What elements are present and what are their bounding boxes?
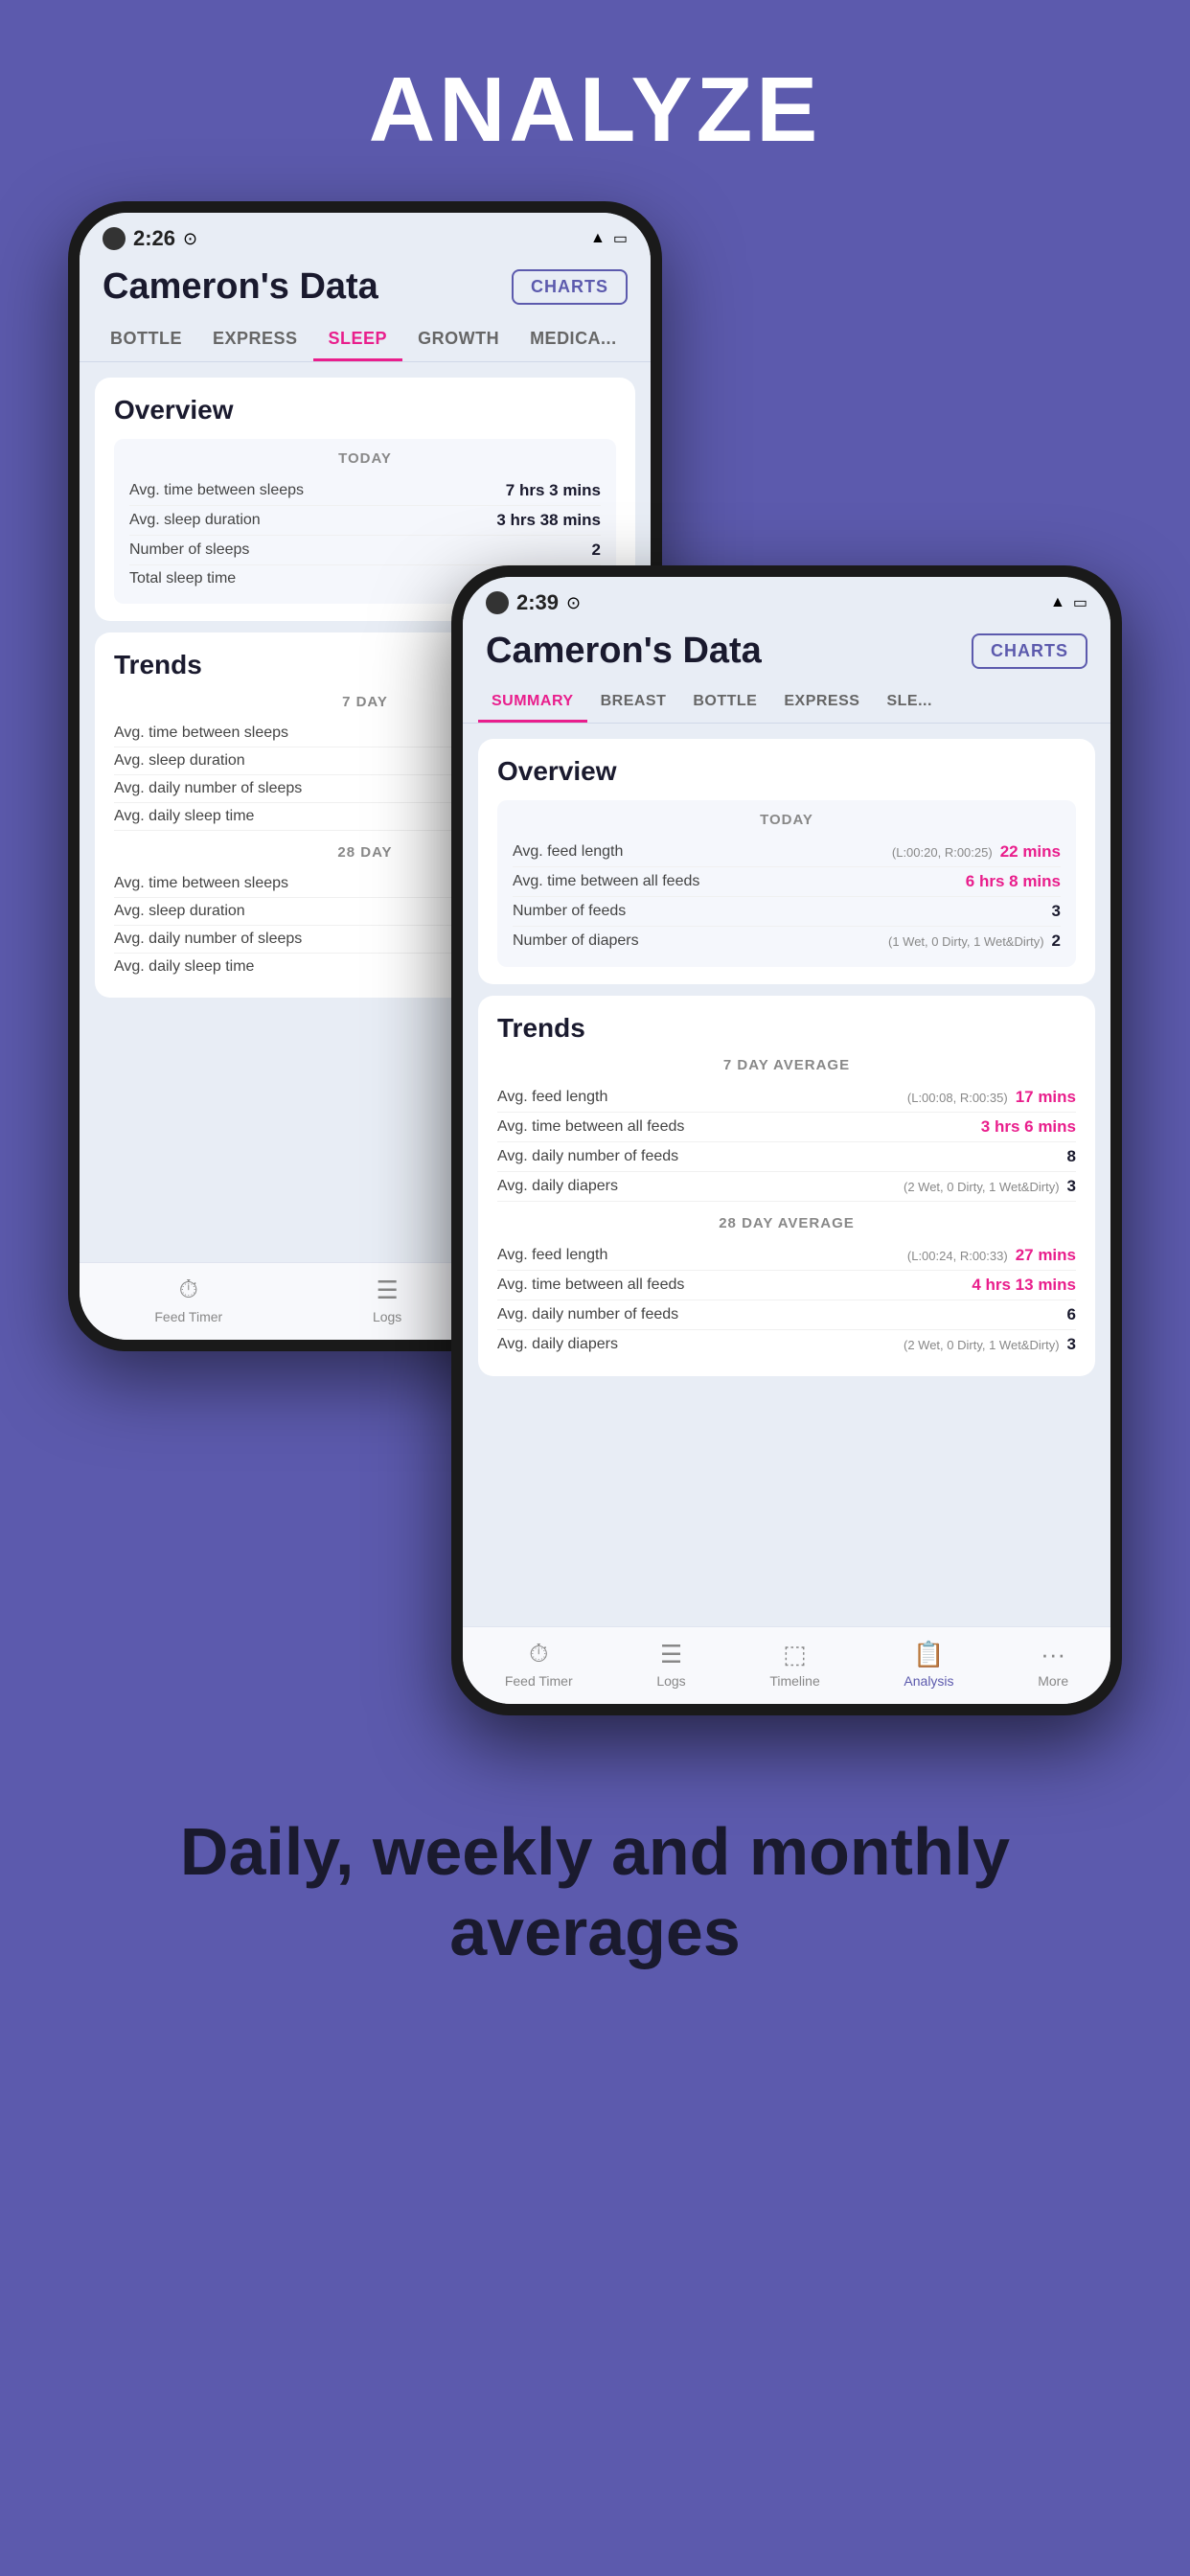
- tab-express-front[interactable]: EXPRESS: [770, 683, 873, 723]
- charts-button-back[interactable]: CHARTS: [512, 269, 628, 305]
- status-bar-front: 2:39 ⊙ ▲ ▭: [463, 577, 1110, 623]
- trends-f-7d-row-0: Avg. feed length (L:00:08, R:00:35) 17 m…: [497, 1083, 1076, 1113]
- trends-f-28d-row-2: Avg. daily number of feeds 6: [497, 1300, 1076, 1330]
- nav-logs-front[interactable]: ☰ Logs: [656, 1640, 685, 1689]
- stat-row-back-2: Number of sleeps 2: [129, 536, 601, 565]
- tab-express-back[interactable]: EXPRESS: [197, 319, 313, 361]
- status-bar-back: 2:26 ⊙ ▲ ▭: [80, 213, 651, 259]
- feed-timer-label-back: Feed Timer: [154, 1309, 222, 1324]
- battery-icon-front: ▭: [1073, 593, 1087, 612]
- nav-logs-back[interactable]: ☰ Logs: [373, 1276, 401, 1324]
- stat-row-front-3: Number of diapers (1 Wet, 0 Dirty, 1 Wet…: [513, 927, 1061, 955]
- charts-button-front[interactable]: CHARTS: [972, 633, 1087, 669]
- app-header-front: Cameron's Data CHARTS: [463, 623, 1110, 683]
- logs-icon-front: ☰: [660, 1640, 682, 1669]
- 7day-header-front: 7 DAY AVERAGE: [497, 1057, 1076, 1073]
- camera-front: [486, 591, 509, 614]
- tab-bottle-back[interactable]: BOTTLE: [95, 319, 197, 361]
- bottom-nav-front: ⏱ Feed Timer ☰ Logs ⬚ Timeline 📋 Analysi…: [463, 1626, 1110, 1704]
- overview-title-front: Overview: [497, 756, 1076, 787]
- feed-timer-label-front: Feed Timer: [505, 1673, 573, 1689]
- logs-icon-back: ☰: [376, 1276, 398, 1305]
- trends-f-28d-row-1: Avg. time between all feeds 4 hrs 13 min…: [497, 1271, 1076, 1300]
- stat-row-back-0: Avg. time between sleeps 7 hrs 3 mins: [129, 476, 601, 506]
- trends-card-front: Trends 7 DAY AVERAGE Avg. feed length (L…: [478, 996, 1095, 1376]
- phone-front: 2:39 ⊙ ▲ ▭ Cameron's Data CHARTS SUMMARY…: [451, 565, 1122, 1715]
- trends-f-7d-row-3: Avg. daily diapers (2 Wet, 0 Dirty, 1 We…: [497, 1172, 1076, 1202]
- status-time-front: 2:39: [516, 590, 559, 615]
- trends-f-28d-row-3: Avg. daily diapers (2 Wet, 0 Dirty, 1 We…: [497, 1330, 1076, 1359]
- tab-breast-front[interactable]: BREAST: [587, 683, 680, 723]
- logs-label-back: Logs: [373, 1309, 401, 1324]
- tab-bar-back: BOTTLE EXPRESS SLEEP GROWTH MEDICA...: [80, 319, 651, 362]
- 28day-header-front: 28 DAY AVERAGE: [497, 1215, 1076, 1231]
- trends-title-front: Trends: [497, 1013, 1076, 1044]
- overview-grid-front: TODAY Avg. feed length (L:00:20, R:00:25…: [497, 800, 1076, 967]
- tab-growth-back[interactable]: GROWTH: [402, 319, 515, 361]
- feed-timer-icon-back: ⏱: [179, 1275, 198, 1305]
- app-title-back: Cameron's Data: [103, 266, 378, 308]
- logs-label-front: Logs: [656, 1673, 685, 1689]
- analysis-icon-front: 📋: [913, 1640, 944, 1669]
- trends-f-28d-row-0: Avg. feed length (L:00:24, R:00:33) 27 m…: [497, 1241, 1076, 1271]
- stat-row-back-1: Avg. sleep duration 3 hrs 38 mins: [129, 506, 601, 536]
- nav-more-front[interactable]: ··· More: [1038, 1640, 1068, 1689]
- wifi-icon-back: ▲: [590, 230, 606, 247]
- wifi-icon-front: ▲: [1050, 594, 1065, 611]
- nav-feed-timer-front[interactable]: ⏱ Feed Timer: [505, 1639, 573, 1689]
- more-icon-front: ···: [1041, 1640, 1065, 1669]
- phones-container: 2:26 ⊙ ▲ ▭ Cameron's Data CHARTS BOTTLE …: [68, 201, 1122, 1715]
- app-header-back: Cameron's Data CHARTS: [80, 259, 651, 319]
- stat-row-front-1: Avg. time between all feeds 6 hrs 8 mins: [513, 867, 1061, 897]
- page-title: ANALYZE: [369, 58, 822, 163]
- battery-icon-back: ▭: [613, 229, 628, 248]
- tagline: Daily, weekly and monthly averages: [0, 1773, 1190, 2049]
- nav-feed-timer-back[interactable]: ⏱ Feed Timer: [154, 1275, 222, 1324]
- tab-sleep-back[interactable]: SLEEP: [313, 319, 403, 361]
- camera-back: [103, 227, 126, 250]
- status-time-back: 2:26: [133, 226, 175, 251]
- tab-sle-front[interactable]: SLE...: [873, 683, 945, 723]
- tab-summary-front[interactable]: SUMMARY: [478, 683, 587, 723]
- tab-bar-front: SUMMARY BREAST BOTTLE EXPRESS SLE...: [463, 683, 1110, 724]
- overview-title-back: Overview: [114, 395, 616, 426]
- more-label-front: More: [1038, 1673, 1068, 1689]
- location-icon-back: ⊙: [183, 229, 197, 249]
- analysis-label-front: Analysis: [904, 1673, 953, 1689]
- feed-timer-icon-front: ⏱: [529, 1639, 548, 1669]
- phone-front-screen: 2:39 ⊙ ▲ ▭ Cameron's Data CHARTS SUMMARY…: [463, 577, 1110, 1704]
- app-title-front: Cameron's Data: [486, 631, 762, 672]
- location-icon-front: ⊙: [566, 593, 581, 613]
- tab-bottle-front[interactable]: BOTTLE: [679, 683, 770, 723]
- trends-f-7d-row-1: Avg. time between all feeds 3 hrs 6 mins: [497, 1113, 1076, 1142]
- screen-content-front: Overview TODAY Avg. feed length (L:00:20…: [463, 724, 1110, 1626]
- nav-timeline-front[interactable]: ⬚ Timeline: [769, 1640, 819, 1689]
- stat-row-front-2: Number of feeds 3: [513, 897, 1061, 927]
- stat-row-front-0: Avg. feed length (L:00:20, R:00:25) 22 m…: [513, 838, 1061, 867]
- nav-analysis-front[interactable]: 📋 Analysis: [904, 1640, 953, 1689]
- today-header-back: TODAY: [129, 450, 601, 467]
- overview-card-front: Overview TODAY Avg. feed length (L:00:20…: [478, 739, 1095, 984]
- timeline-icon-front: ⬚: [783, 1640, 807, 1669]
- timeline-label-front: Timeline: [769, 1673, 819, 1689]
- today-header-front: TODAY: [513, 812, 1061, 828]
- trends-f-7d-row-2: Avg. daily number of feeds 8: [497, 1142, 1076, 1172]
- tab-medica-back[interactable]: MEDICA...: [515, 319, 632, 361]
